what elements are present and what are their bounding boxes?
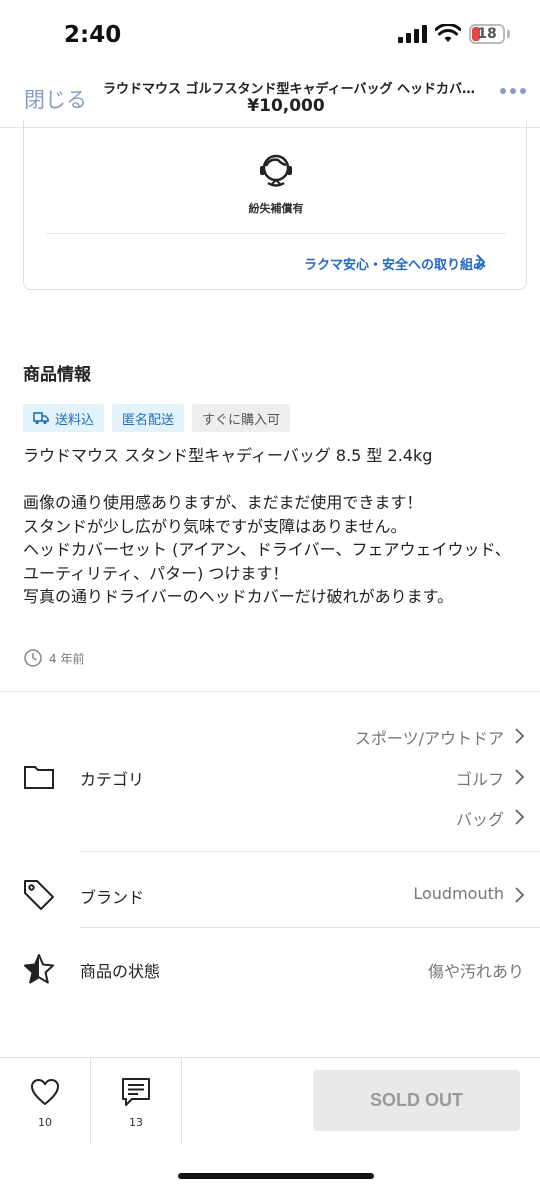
clock-icon — [24, 649, 42, 667]
item-description: ラウドマウス スタンド型キャディーバッグ 8.5 型 2.4kg 画像の通り使用… — [23, 446, 511, 606]
tag-buy-now: すぐに購入可 — [192, 404, 291, 432]
battery-icon: 18 — [469, 24, 505, 44]
comment-icon — [122, 1078, 150, 1106]
tag-shipping-included: 送料込 — [23, 404, 105, 432]
item-price: ¥10,000 — [247, 96, 325, 116]
tag-anonymous-shipping: 匿名配送 — [112, 404, 185, 432]
category-sports-outdoor[interactable]: スポーツ/アウトドア — [355, 725, 504, 749]
chevron-right-icon — [515, 887, 525, 903]
safety-initiative-link[interactable]: ラクマ安心・安全への取り組み — [304, 254, 486, 273]
truck-icon — [33, 412, 49, 425]
star-half-icon — [24, 954, 54, 984]
category-golf[interactable]: ゴルフ — [456, 766, 504, 790]
tag-label: 送料込 — [55, 412, 95, 428]
condition-label: 商品の状態 — [80, 962, 161, 981]
comment-button[interactable]: 13 — [91, 1058, 182, 1144]
home-indicator[interactable] — [178, 1173, 374, 1179]
more-options-icon[interactable] — [500, 88, 526, 94]
wifi-icon — [435, 24, 461, 42]
category-label: カテゴリ — [80, 770, 145, 789]
product-info-title: 商品情報 — [23, 365, 91, 385]
divider — [46, 233, 506, 234]
item-title: ラウドマウス ゴルフスタンド型キャディーバッグ ヘッドカバ… — [102, 82, 475, 97]
tag-icon — [24, 880, 54, 910]
chevron-right-icon — [515, 769, 525, 785]
status-icons: 18 — [398, 24, 510, 44]
like-count: 10 — [38, 1116, 52, 1129]
sold-out-button[interactable]: SOLD OUT — [313, 1070, 520, 1131]
status-bar: 2:40 18 — [0, 0, 540, 72]
chevron-right-icon — [515, 809, 525, 825]
row-divider — [80, 927, 540, 928]
section-divider — [0, 691, 540, 692]
status-time: 2:40 — [64, 22, 122, 48]
loss-compensation-label: 紛失補償有 — [248, 202, 304, 215]
row-divider — [80, 851, 540, 852]
support-agent-icon — [260, 154, 292, 187]
folder-icon — [24, 766, 54, 789]
condition-value: 傷や汚れあり — [427, 962, 524, 981]
battery-level: 18 — [477, 26, 497, 42]
signal-icon — [398, 25, 427, 43]
close-button[interactable]: 閉じる — [24, 84, 87, 114]
comment-count: 13 — [129, 1116, 143, 1129]
tag-label: 匿名配送 — [122, 412, 175, 428]
tag-list: 送料込 匿名配送 すぐに購入可 — [23, 404, 291, 432]
tag-label: すぐに購入可 — [202, 412, 281, 428]
safety-card: 紛失補償有 ラクマ安心・安全への取り組み — [23, 120, 527, 290]
category-bag[interactable]: バッグ — [456, 806, 504, 830]
like-button[interactable]: 10 — [0, 1058, 91, 1144]
posted-time: 4 年前 — [23, 648, 84, 668]
heart-icon — [31, 1079, 59, 1105]
brand-value[interactable]: Loudmouth — [413, 884, 504, 903]
brand-label: ブランド — [80, 888, 145, 907]
chevron-right-icon — [476, 254, 486, 270]
posted-label: 4 年前 — [49, 651, 85, 666]
chevron-right-icon — [515, 728, 525, 744]
